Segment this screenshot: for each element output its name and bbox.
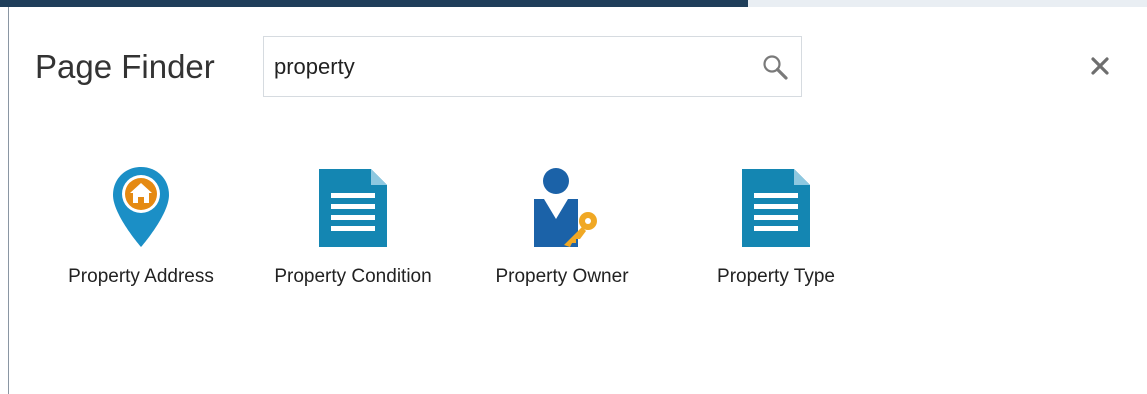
person-key-icon	[517, 162, 607, 252]
document-icon	[308, 162, 398, 252]
result-label: Property Owner	[495, 266, 629, 287]
search-input[interactable]	[274, 51, 744, 83]
close-icon	[1091, 57, 1109, 75]
result-tile-property-type[interactable]: Property Type	[691, 162, 861, 302]
window-top-edge	[0, 0, 748, 7]
result-label: Property Condition	[274, 266, 432, 287]
search-box[interactable]	[263, 36, 802, 97]
page-finder-dialog: Page Finder Pr	[8, 7, 1147, 394]
location-pin-house-icon	[96, 162, 186, 252]
window-top-edge-light	[748, 0, 1147, 7]
result-tile-property-condition[interactable]: Property Condition	[255, 162, 451, 302]
dialog-title: Page Finder	[35, 48, 215, 85]
result-tile-property-address[interactable]: Property Address	[52, 162, 230, 302]
document-icon	[731, 162, 821, 252]
result-tile-property-owner[interactable]: Property Owner	[477, 162, 647, 302]
result-label: Property Type	[717, 266, 835, 287]
page-finder-screen: Page Finder Pr	[0, 0, 1147, 394]
close-button[interactable]	[1085, 51, 1115, 81]
result-label: Property Address	[68, 266, 214, 287]
search-icon[interactable]	[761, 53, 789, 81]
